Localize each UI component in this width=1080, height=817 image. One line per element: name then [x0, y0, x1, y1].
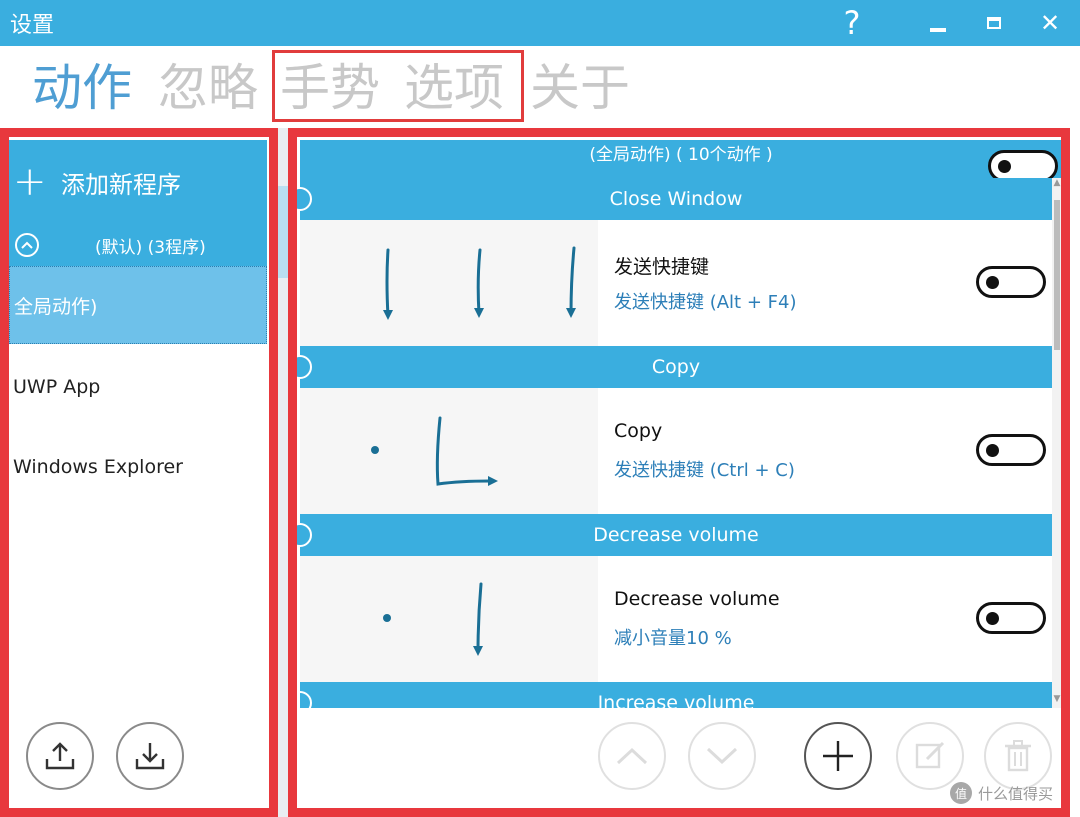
delete-action-button[interactable]: [984, 722, 1052, 790]
action-description: 减小音量10 %: [614, 628, 732, 649]
import-button[interactable]: [116, 722, 184, 790]
action-row-close-window[interactable]: 发送快捷键 发送快捷键 (Alt + F4): [300, 220, 1052, 346]
toggle-knob: [998, 160, 1011, 173]
action-header-label: Close Window: [609, 188, 743, 210]
action-header-label: Decrease volume: [593, 524, 759, 546]
minimize-icon: [930, 28, 946, 32]
trash-icon: [1005, 740, 1031, 772]
chevron-up-icon: [616, 747, 648, 765]
sidebar-item-label: 全局动作): [14, 295, 98, 318]
scroll-up-icon[interactable]: ▲: [1052, 178, 1062, 192]
action-header-label: Increase volume: [597, 692, 755, 708]
program-sidebar: + 添加新程序 (默认) (3程序) 全局动作) UWP App Windows…: [0, 128, 278, 817]
global-actions-label: (全局动作) ( 10个动作 ): [589, 145, 773, 165]
action-toggle-decrease-volume[interactable]: [976, 602, 1046, 634]
action-toggle-copy[interactable]: [976, 434, 1046, 466]
sidebar-item-windows-explorer[interactable]: Windows Explorer: [9, 428, 267, 506]
sidebar-item-uwp-app[interactable]: UWP App: [9, 348, 267, 426]
tab-actions[interactable]: 动作: [32, 56, 132, 120]
gesture-stroke-icon: [383, 582, 483, 656]
sidebar-item-label: Windows Explorer: [13, 456, 183, 478]
upload-icon: [45, 742, 75, 770]
action-name: Decrease volume: [614, 588, 780, 610]
action-name: Copy: [614, 420, 663, 442]
action-name: 发送快捷键: [614, 256, 710, 278]
action-row-decrease-volume[interactable]: Decrease volume 减小音量10 %: [300, 556, 1052, 682]
gesture-preview: [300, 220, 598, 346]
sidebar-item-label: UWP App: [13, 376, 101, 398]
scroll-down-icon[interactable]: ▼: [1052, 694, 1062, 708]
maximize-icon: [987, 17, 1001, 29]
tab-gestures[interactable]: 手势: [280, 56, 380, 120]
action-header-label: Copy: [651, 356, 701, 378]
window-title: 设置: [10, 13, 55, 38]
group-label: (默认) (3程序): [95, 237, 206, 258]
help-button[interactable]: ?: [830, 0, 874, 46]
edit-action-button[interactable]: [896, 722, 964, 790]
panel-divider: [278, 128, 288, 817]
scrollbar-thumb[interactable]: [1054, 200, 1060, 350]
plus-icon: [823, 741, 853, 771]
help-icon: ?: [843, 4, 861, 42]
add-program-label: 添加新程序: [61, 170, 181, 199]
gesture-preview: [300, 388, 598, 514]
gesture-preview: [300, 556, 598, 682]
tab-options[interactable]: 选项: [404, 56, 504, 120]
watermark: 值 什么值得买: [950, 782, 1053, 804]
divider-tint: [278, 186, 288, 278]
watermark-logo-icon: 值: [950, 782, 972, 804]
maximize-button[interactable]: [972, 0, 1016, 46]
tab-about[interactable]: 关于: [530, 56, 630, 120]
collapse-icon[interactable]: [288, 355, 312, 379]
action-toggle-close-window[interactable]: [976, 266, 1046, 298]
action-description: 发送快捷键 (Ctrl + C): [614, 460, 795, 481]
program-group-header: (默认) (3程序): [9, 224, 267, 266]
actions-panel: (全局动作) ( 10个动作 ) Close Window 发送快捷键 发送快捷…: [288, 128, 1080, 817]
toggle-knob: [986, 444, 999, 457]
action-row-copy[interactable]: Copy 发送快捷键 (Ctrl + C): [300, 388, 1052, 514]
close-button[interactable]: ✕: [1028, 0, 1072, 46]
actions-scrollbar[interactable]: ▲ ▼: [1052, 178, 1062, 708]
chevron-down-icon: [706, 747, 738, 765]
download-icon: [135, 743, 165, 770]
minimize-button[interactable]: [916, 0, 960, 46]
sidebar-item-global-actions[interactable]: 全局动作): [9, 266, 267, 344]
action-header-decrease-volume[interactable]: Decrease volume: [288, 514, 1052, 556]
close-icon: ✕: [1039, 9, 1061, 37]
watermark-text: 什么值得买: [978, 784, 1054, 803]
add-action-button[interactable]: [804, 722, 872, 790]
toggle-knob: [986, 276, 999, 289]
plus-icon: +: [13, 159, 47, 205]
export-button[interactable]: [26, 722, 94, 790]
action-header-copy[interactable]: Copy: [288, 346, 1052, 388]
main-nav: 动作 忽略 手势 选项 关于: [0, 46, 1080, 128]
collapse-icon[interactable]: [288, 523, 312, 547]
move-up-button[interactable]: [598, 722, 666, 790]
action-header-increase-volume[interactable]: Increase volume: [300, 682, 1052, 708]
action-description: 发送快捷键 (Alt + F4): [614, 292, 797, 313]
action-toolbar: [300, 708, 1062, 808]
gesture-stroke-icon: [371, 416, 498, 486]
gesture-stroke-icon: [383, 246, 576, 320]
toggle-knob: [986, 612, 999, 625]
edit-icon: [915, 741, 945, 769]
tab-ignore[interactable]: 忽略: [158, 56, 258, 120]
title-bar: 设置 ? ✕: [0, 0, 1080, 46]
add-program-button[interactable]: + 添加新程序: [9, 140, 267, 224]
action-header-close-window[interactable]: Close Window: [288, 178, 1052, 220]
collapse-icon[interactable]: [288, 187, 312, 211]
chevron-up-icon[interactable]: [15, 233, 39, 257]
move-down-button[interactable]: [688, 722, 756, 790]
